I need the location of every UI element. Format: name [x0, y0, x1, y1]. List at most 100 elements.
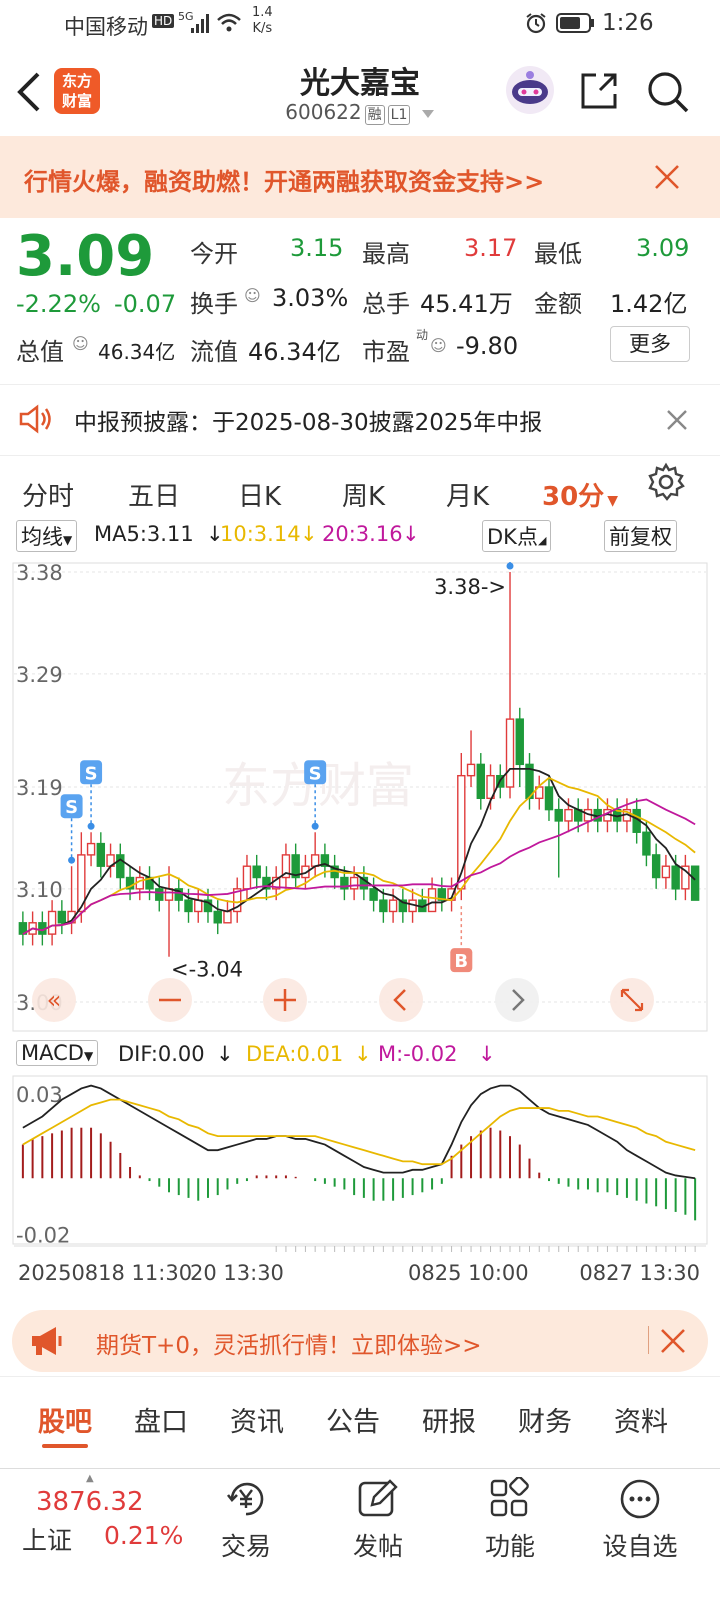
search-icon[interactable] — [646, 70, 690, 114]
share-icon[interactable] — [578, 70, 620, 112]
candle-down — [184, 899, 193, 913]
futures-promo-banner[interactable]: 期货T+0，灵活抓行情！立即体验>> — [12, 1310, 708, 1372]
candle-down — [96, 842, 106, 867]
close-icon[interactable] — [660, 1328, 686, 1354]
tab-30min[interactable]: 30分 ▼ — [542, 476, 618, 513]
macd-select[interactable]: MACD▼ — [16, 1040, 99, 1066]
megaphone-icon — [32, 1327, 62, 1355]
tab-intraday[interactable]: 分时 — [22, 476, 74, 513]
tab-news[interactable]: 资讯 — [230, 1400, 284, 1439]
open-value: 3.15 — [290, 234, 344, 262]
close-icon[interactable] — [666, 409, 688, 431]
candle-down — [369, 888, 378, 901]
current-price: 3.09 — [16, 224, 155, 289]
pe-sup: 动 — [416, 328, 429, 342]
tab-monthly-k[interactable]: 月K — [446, 476, 489, 513]
carrier-label: 中国移动 — [64, 15, 148, 39]
notice-bar[interactable]: 中报预披露：于2025-08-30披露2025年中报 — [0, 384, 720, 456]
kline-chart[interactable]: 3.383.293.193.103.00 东方财富 SSSSB 3.38-><-… — [12, 562, 708, 1032]
nav-trade[interactable]: 交易 — [186, 1469, 306, 1601]
tab-five-day[interactable]: 五日 — [128, 476, 180, 513]
more-button[interactable]: 更多 — [610, 326, 690, 362]
tab-pankou[interactable]: 盘口 — [134, 1400, 188, 1439]
low-value: 3.09 — [636, 234, 690, 262]
dif-value: DIF:0.00 — [118, 1042, 205, 1066]
candle-up — [427, 888, 437, 913]
amount-value: 1.42亿 — [610, 290, 688, 318]
mcap-value: 46.34亿 — [98, 340, 176, 364]
zoom-in-button[interactable] — [263, 978, 307, 1022]
info-icon[interactable]: ☺ — [244, 286, 261, 305]
margin-promo-banner[interactable]: 行情火爆，融资助燃！开通两融获取资金支持>> — [0, 136, 720, 218]
x-tick-label: 0825 10:00 — [408, 1261, 529, 1285]
nav-add-watchlist[interactable]: 设自选 — [580, 1469, 700, 1601]
fullscreen-button[interactable] — [610, 978, 654, 1022]
candle-up — [661, 865, 671, 879]
nav-functions[interactable]: 功能 — [450, 1469, 570, 1601]
hd-badge: HD — [152, 14, 175, 28]
speaker-icon — [19, 404, 51, 434]
tab-daily-k[interactable]: 日K — [238, 476, 281, 513]
y-tick-label: 3.29 — [16, 663, 63, 687]
candle-down — [642, 831, 651, 856]
high-price-label: 3.38-> — [434, 575, 506, 599]
candle-down — [116, 854, 125, 879]
ma20-value: 20:3.16 — [322, 522, 403, 546]
x-axis: 20250818 11:3020 13:30 0825 10:00 0827 13:… — [14, 1245, 706, 1285]
tab-guba[interactable]: 股吧 — [38, 1400, 92, 1439]
candle-down — [651, 854, 661, 879]
high-value: 3.17 — [464, 234, 518, 262]
next-button[interactable] — [495, 978, 539, 1022]
turnover-value: 3.03% — [272, 284, 349, 312]
ma5-value: MA5:3.11 — [94, 522, 194, 546]
nav-post[interactable]: 发帖 — [318, 1469, 438, 1601]
scroll-left-button[interactable]: « — [32, 978, 76, 1022]
tab-announcements[interactable]: 公告 — [326, 1400, 380, 1439]
stock-code: 600622 — [285, 100, 362, 124]
sell-signal-label: S — [65, 797, 78, 818]
tab-finance[interactable]: 财务 — [518, 1400, 572, 1439]
y-tick-label: 3.10 — [16, 878, 63, 902]
net-speed: 1.4 K/s — [252, 5, 273, 36]
signal-dot — [311, 822, 319, 830]
dk-point-select[interactable]: DK点◢ — [482, 520, 552, 552]
change-abs: -0.07 — [114, 290, 177, 318]
tab-weekly-k[interactable]: 周K — [342, 476, 385, 513]
index-value: 3876.32 — [36, 1487, 144, 1517]
dea-arrow: ↓ — [354, 1042, 372, 1066]
settings-gear-icon[interactable] — [646, 462, 686, 502]
candle-down — [554, 808, 563, 822]
info-icon[interactable]: ☺ — [72, 334, 89, 353]
change-pct: -2.22% — [16, 290, 101, 318]
candle-down — [476, 763, 485, 800]
tab-profile[interactable]: 资料 — [614, 1400, 668, 1439]
macd-chart[interactable]: 0.03 -0.02 20250818 11:3020 13:30 0825 10:… — [12, 1070, 708, 1300]
x-tick-label: 0827 13:30 — [579, 1261, 700, 1285]
close-icon[interactable] — [654, 164, 680, 190]
ma-select[interactable]: 均线▼ — [16, 520, 78, 552]
signal-dot — [506, 562, 514, 570]
divider — [0, 1376, 720, 1377]
candle-up — [86, 842, 96, 856]
macd-indicator-row: MACD▼ DIF:0.00 ↓ DEA:0.01 ↓ M:-0.02 ↓ — [16, 1040, 706, 1070]
caret-down-icon: ▼ — [607, 493, 618, 509]
mcap-label: 总值 — [16, 338, 64, 366]
candle-down — [213, 910, 222, 924]
candle-down — [379, 899, 388, 913]
prev-button[interactable] — [379, 978, 423, 1022]
alarm-icon — [526, 13, 546, 34]
volume-value: 45.41万 — [420, 290, 513, 318]
nav-add-watchlist-label: 设自选 — [602, 1532, 678, 1561]
adjust-select[interactable]: 前复权 — [604, 520, 677, 552]
buy-signal-label: B — [454, 951, 468, 972]
robot-assistant-icon[interactable] — [504, 64, 556, 116]
index-ticker[interactable]: ▲ 3876.32 上证 0.21% — [0, 1469, 200, 1601]
caret-down-icon — [421, 110, 434, 118]
sell-signal-label: S — [85, 763, 98, 784]
tab-research[interactable]: 研报 — [422, 1400, 476, 1439]
bottom-nav: ▲ 3876.32 上证 0.21% 交易 发帖 功能 设自选 — [0, 1468, 720, 1601]
info-icon[interactable]: ☺ — [430, 336, 447, 355]
promo-text: 行情火爆，融资助燃！开通两融获取资金支持>> — [24, 168, 545, 196]
zoom-out-button[interactable] — [148, 978, 192, 1022]
pe-label: 市盈 — [362, 338, 410, 366]
